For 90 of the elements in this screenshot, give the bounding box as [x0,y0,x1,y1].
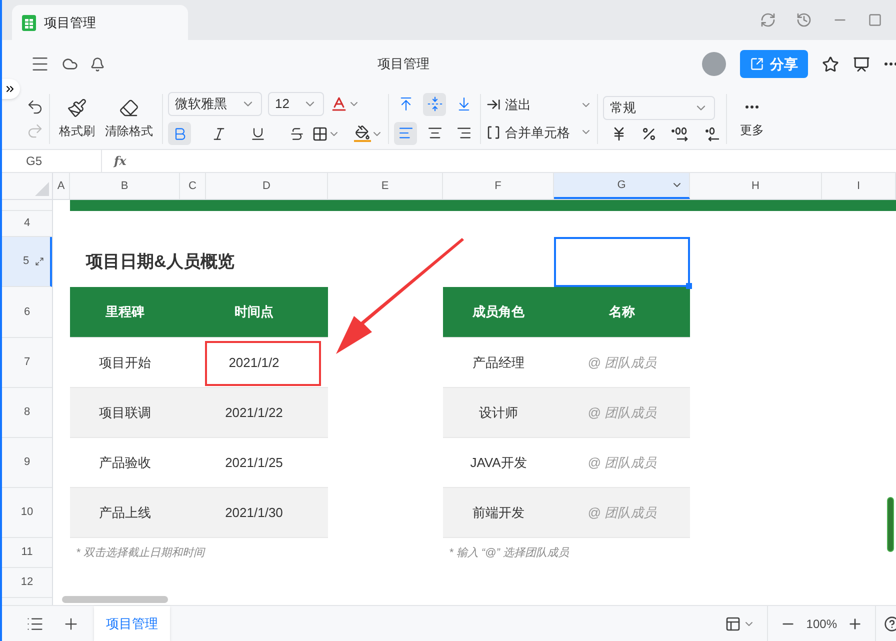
table-cell: 产品上线 [70,488,180,538]
column-header[interactable]: A [53,173,70,199]
overflow-icon [486,97,501,112]
eraser-icon [119,98,139,118]
align-middle-icon [426,96,442,112]
column-header[interactable]: I [822,173,896,199]
table-cell: 设计师 [443,388,554,438]
table-cell: 前端开发 [443,488,554,538]
row-header[interactable]: 9 [2,438,52,488]
clear-format-button[interactable]: 清除格式 [101,98,157,140]
table-cell: 2021/1/22 [180,388,328,438]
font-size-select[interactable]: 12 [268,92,324,116]
maximize-icon[interactable] [868,13,882,27]
strike-icon [288,126,304,142]
align-left-button[interactable] [394,122,417,144]
horizontal-scrollbar-thumb[interactable] [62,596,168,603]
bold-button[interactable] [168,122,191,145]
share-icon [750,57,764,71]
cell-reference: G5 [26,153,42,170]
row-header[interactable]: 5 [2,237,52,287]
selected-cell[interactable] [554,237,690,287]
note-text: * 双击选择截止日期和时间 [76,546,204,561]
view-layout-button[interactable] [725,616,756,632]
font-color-button[interactable] [330,95,360,113]
more-icon [745,104,759,108]
merge-cells-select[interactable]: 合并单元格 [486,122,592,142]
cloud-icon[interactable] [62,56,78,72]
font-select[interactable]: 微软雅黑 [168,92,262,116]
font-color-icon [330,95,348,113]
align-center-icon [426,125,442,141]
table-cell: 2021/1/30 [180,488,328,538]
row-header[interactable]: 10 [2,488,52,538]
more-button[interactable]: 更多 [732,98,772,138]
zoom-in-icon[interactable] [847,616,863,632]
presentation-icon[interactable] [853,56,870,72]
column-header[interactable]: G [554,173,690,199]
function-label: fx [114,153,126,170]
bell-icon[interactable] [90,56,105,72]
align-middle-button[interactable] [423,92,446,116]
table-cell: @ 团队成员 [554,388,690,438]
document-title: 项目管理 [378,56,430,71]
column-header[interactable]: H [690,173,822,199]
format-painter-button[interactable]: 格式刷 [55,98,99,140]
align-right-icon [456,125,472,141]
number-format-select[interactable]: 常规 [603,96,715,120]
vertical-scrollbar-thumb[interactable] [887,497,894,552]
history-icon[interactable] [796,12,812,28]
sheet-tab[interactable]: 项目管理 [94,606,170,641]
star-icon[interactable] [822,56,839,72]
table-header-cell: 名称 [554,287,690,338]
borders-button[interactable] [312,126,340,142]
expand-sidebar-button[interactable] [2,79,20,99]
column-header[interactable]: E [328,173,443,199]
resize-icon [35,257,44,266]
table-cell: 项目联调 [70,388,180,438]
percent-icon[interactable] [641,126,657,142]
table-header-cell: 里程碑 [70,287,180,338]
help-icon[interactable] [884,616,896,632]
fill-color-icon [354,125,371,142]
table-header-cell: 时间点 [180,287,328,338]
underline-icon [250,126,266,142]
column-header[interactable]: C [180,173,206,199]
borders-icon [312,126,328,142]
sync-icon[interactable] [760,12,776,28]
row-header[interactable]: 12 [2,568,52,598]
overflow-select[interactable]: 溢出 [486,95,592,114]
sheet-title: 项目日期&人员概览 [86,251,234,274]
layout-icon [725,616,742,632]
chevrons-icon [4,83,16,95]
column-header[interactable]: B [70,173,180,199]
row-header[interactable]: 8 [2,388,52,438]
merge-icon [486,124,501,140]
row-header[interactable]: 7 [2,338,52,388]
align-left-icon [398,125,414,141]
paintbrush-icon [67,98,87,118]
more-icon[interactable] [884,62,896,66]
zoom-level: 100% [806,616,837,632]
undo-icon[interactable] [26,98,44,116]
note-text: * 输入 “@” 选择团队成员 [449,546,569,561]
increase-decimal-icon[interactable] [671,126,689,142]
decrease-decimal-icon[interactable] [703,126,721,142]
row-header[interactable]: 6 [2,287,52,338]
tab-title: 项目管理 [44,14,96,32]
document-tab[interactable]: 项目管理 [12,5,188,40]
column-header[interactable]: D [206,173,328,199]
table-header-cell: 成员角色 [443,287,554,338]
fill-color-button[interactable] [354,125,383,142]
spreadsheet-icon [22,14,36,30]
row-header[interactable]: 11 [2,538,52,568]
table-cell: @ 团队成员 [554,488,690,538]
